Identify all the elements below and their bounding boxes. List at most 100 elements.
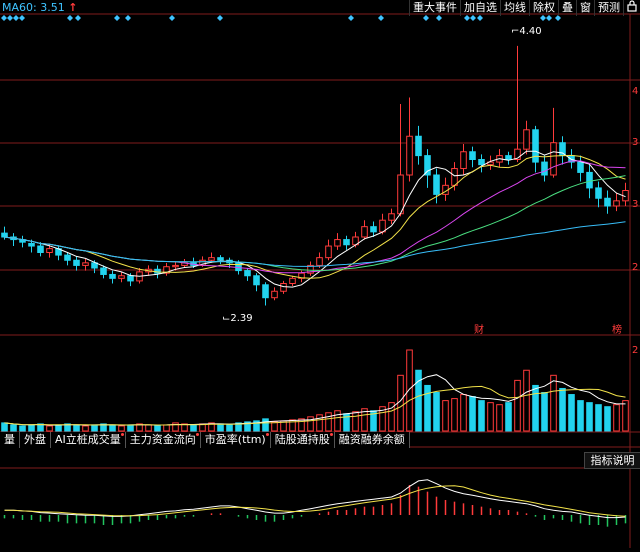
volume-bar: [127, 424, 134, 432]
toolbar-add-watchlist[interactable]: 加自选: [460, 0, 500, 16]
candle-body: [127, 275, 134, 282]
y-tick-volume: 2: [632, 345, 639, 356]
financial-report-marker[interactable]: 财: [474, 321, 484, 336]
volume-bar: [595, 404, 602, 432]
tab-outer-volume[interactable]: 外盘: [20, 432, 51, 448]
candle-body: [559, 142, 566, 157]
volume-bar: [406, 349, 413, 432]
toolbar-forecast[interactable]: 预测: [594, 0, 623, 16]
tab-volume[interactable]: 量: [0, 432, 20, 448]
volume-bar: [541, 392, 548, 432]
toolbar-moving-average[interactable]: 均线: [500, 0, 529, 16]
event-marker-icon: [348, 15, 354, 21]
candle-body: [469, 151, 476, 160]
event-marker-icon: [217, 15, 223, 21]
volume-bar: [91, 424, 98, 432]
toolbar-overlay[interactable]: 叠: [558, 0, 576, 16]
volume-bar: [82, 425, 89, 432]
candle-body: [577, 161, 584, 173]
y-tick-price-2: 3: [632, 137, 639, 148]
candle-body: [46, 248, 53, 253]
candle-body: [415, 135, 422, 157]
volume-bar: [352, 411, 359, 432]
candle-body: [253, 275, 260, 286]
candle-body: [280, 283, 287, 292]
high-price-label: ⌐4.40: [511, 26, 542, 37]
tab-ai-volume[interactable]: AI立桩成交量: [51, 432, 126, 448]
candle-body: [451, 168, 458, 186]
candle-body: [613, 200, 620, 207]
volume-bar: [217, 423, 224, 432]
candle-body: [505, 155, 512, 160]
ma60-label: MA60: 3.51: [2, 1, 65, 14]
volume-bar: [568, 394, 575, 432]
candle-body: [433, 174, 440, 195]
volume-bar: [118, 425, 125, 432]
volume-bar: [487, 402, 494, 432]
candle-body: [37, 245, 44, 254]
volume-bar: [622, 400, 629, 432]
candle-body: [424, 155, 431, 176]
ma60-up-arrow: ↑: [68, 1, 78, 14]
candle-body: [586, 171, 593, 189]
volume-bar: [55, 424, 62, 432]
candle-body: [172, 264, 179, 268]
candle-body: [28, 242, 35, 247]
tab-northbound-holdings[interactable]: 陆股通持股: [270, 432, 335, 448]
ma60-readout: MA60: 3.51 ↑: [2, 1, 77, 14]
toolbar-window[interactable]: 窗: [576, 0, 594, 16]
volume-bar: [478, 400, 485, 432]
volume-bar: [451, 398, 458, 432]
volume-bar: [469, 396, 476, 432]
candle-body: [64, 254, 71, 261]
candle-body: [604, 197, 611, 207]
volume-bar: [154, 425, 161, 432]
toolbar-major-events[interactable]: 重大事件: [409, 0, 460, 16]
candle-body: [523, 129, 530, 150]
volume-bar: [433, 392, 440, 432]
candle-body: [73, 259, 80, 266]
volume-bar: [271, 421, 278, 432]
candle-body: [1, 232, 8, 238]
indicator-help-button[interactable]: 指标说明: [584, 452, 640, 469]
tab-capital-flow[interactable]: 主力资金流向: [125, 432, 201, 448]
volume-bar: [442, 400, 449, 432]
candle-body: [379, 219, 386, 233]
ma10-line: [4, 154, 626, 279]
event-marker-icon: [169, 15, 175, 21]
event-marker-icon: [378, 15, 384, 21]
y-tick-price-3: 3: [632, 199, 639, 210]
candle-body: [388, 213, 395, 221]
volume-bar: [28, 424, 35, 432]
candle-body: [361, 226, 368, 238]
tab-margin-balance[interactable]: 融资融券余额: [334, 432, 410, 448]
event-marker-icon: [13, 15, 19, 21]
ma30-line: [4, 175, 626, 272]
volume-bar: [316, 414, 323, 432]
candle-body: [541, 161, 548, 176]
volume-bar: [460, 394, 467, 432]
volume-bar: [73, 424, 80, 432]
ma20-line: [4, 160, 626, 274]
event-marker-icon: [125, 15, 131, 21]
volume-bar: [577, 400, 584, 432]
toolbar-ex-rights[interactable]: 除权: [529, 0, 558, 16]
event-marker-icon: [1, 15, 7, 21]
volume-bar: [523, 369, 530, 432]
candle-body: [208, 257, 215, 261]
candle-body: [595, 187, 602, 199]
volume-bar: [550, 374, 557, 432]
lock-button[interactable]: [623, 0, 640, 16]
volume-bar: [586, 402, 593, 432]
y-tick-price-1: 4: [632, 86, 639, 97]
candle-body: [100, 267, 107, 275]
candle-body: [316, 257, 323, 266]
candle-body: [370, 226, 377, 233]
volume-bar: [262, 418, 269, 432]
chart-toolbar: 重大事件 加自选 均线 除权 叠 窗 预测: [409, 0, 640, 16]
tab-pe-ratio[interactable]: 市盈率(ttm): [200, 432, 271, 448]
stock-chart[interactable]: [0, 0, 640, 552]
ranking-marker[interactable]: 榜: [612, 321, 622, 336]
event-marker-icon: [114, 15, 120, 21]
event-marker-icon: [7, 15, 13, 21]
